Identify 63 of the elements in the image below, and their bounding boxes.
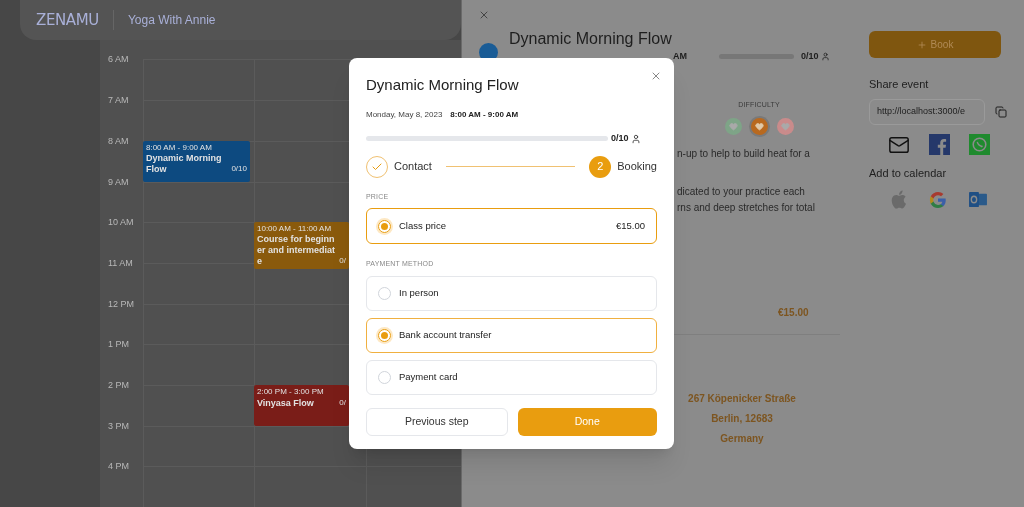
payment-option[interactable]: Bank account transfer — [366, 317, 657, 353]
calendar-event[interactable]: 8:00 AM - 9:00 AM Dynamic Morning Flow 0/10 — [143, 140, 250, 182]
payment-option[interactable]: In person — [366, 275, 657, 311]
share-title: Share event — [869, 77, 930, 92]
event-date: Monday, May 8, 2023 — [366, 109, 443, 121]
plus-icon — [916, 39, 927, 50]
studio-name[interactable]: Yoga With Annie — [127, 11, 216, 30]
option-label: Payment card — [399, 369, 458, 384]
description-text: n-up to help to build heat for a — [677, 147, 811, 161]
person-icon — [820, 52, 830, 62]
facebook-icon[interactable] — [929, 134, 950, 155]
step-number: 2 — [589, 155, 612, 178]
address-line: 267 Köpenicker Straße — [688, 392, 796, 406]
option-label: Bank account transfer — [399, 327, 492, 342]
option-label: Class price — [399, 218, 447, 233]
description-text: rns and deep stretches for total — [677, 201, 816, 215]
whatsapp-icon[interactable] — [969, 134, 990, 155]
price-text: €15.00 — [778, 306, 810, 320]
person-icon — [630, 133, 641, 144]
copy-icon[interactable] — [995, 105, 1007, 118]
address-line: Berlin, 12683 — [711, 412, 773, 426]
event-count: 0/ — [339, 255, 346, 268]
share-url-field[interactable]: http://localhost:3000/e — [869, 98, 985, 125]
google-icon[interactable] — [929, 190, 947, 209]
event-time: 2:00 PM - 3:00 PM — [257, 387, 325, 398]
heart-icon — [754, 122, 764, 131]
address-line: Germany — [720, 432, 764, 446]
calendar-title: Add to calendar — [869, 165, 948, 181]
price-option[interactable]: Class price €15.00 — [366, 208, 657, 244]
payment-option[interactable]: Payment card — [366, 359, 657, 395]
event-count: 0/10 — [231, 162, 247, 175]
apple-icon[interactable] — [890, 190, 907, 209]
event-title: Course for beginner and intermediate — [257, 234, 337, 268]
description-text: dicated to your practice each — [677, 185, 806, 199]
step-label: Contact — [394, 159, 432, 175]
event-title: Dynamic Morning Flow — [509, 29, 672, 49]
close-button[interactable] — [650, 70, 662, 82]
difficulty-option[interactable] — [776, 118, 794, 135]
capacity-count: 0/10 — [611, 132, 629, 145]
dialog-title: Dynamic Morning Flow — [366, 75, 520, 95]
option-label: In person — [399, 285, 439, 300]
capacity-count: 0/10 — [801, 50, 819, 63]
event-title: Dynamic Morning Flow — [146, 152, 223, 175]
radio-button[interactable] — [378, 219, 391, 233]
event-time: 8:00 AM - 9:00 AM — [146, 142, 213, 153]
step-label: Booking — [617, 159, 657, 175]
heart-icon — [780, 122, 790, 131]
event-time: 10:00 AM - 11:00 AM — [257, 224, 333, 235]
heart-icon — [728, 122, 738, 131]
difficulty-option[interactable] — [724, 118, 742, 135]
event-count: 0/ — [339, 397, 346, 410]
close-icon[interactable] — [478, 9, 490, 21]
event-title: Vinyasa Flow — [257, 398, 315, 410]
radio-button[interactable] — [378, 328, 391, 342]
logo[interactable]: ZENAMU — [36, 8, 99, 32]
event-time: AM — [673, 50, 687, 63]
event-time: 8:00 AM - 9:00 AM — [450, 109, 519, 121]
calendar-event[interactable]: 10:00 AM - 11:00 AM Course for beginner and intermediate 0/ — [254, 222, 349, 270]
outlook-icon[interactable] — [969, 191, 987, 208]
previous-step-button[interactable]: Previous step — [366, 407, 508, 436]
option-price: €15.00 — [615, 218, 645, 233]
calendar-event[interactable]: 2:00 PM - 3:00 PM Vinyasa Flow 0/ — [254, 385, 349, 426]
difficulty-option[interactable] — [750, 118, 768, 135]
